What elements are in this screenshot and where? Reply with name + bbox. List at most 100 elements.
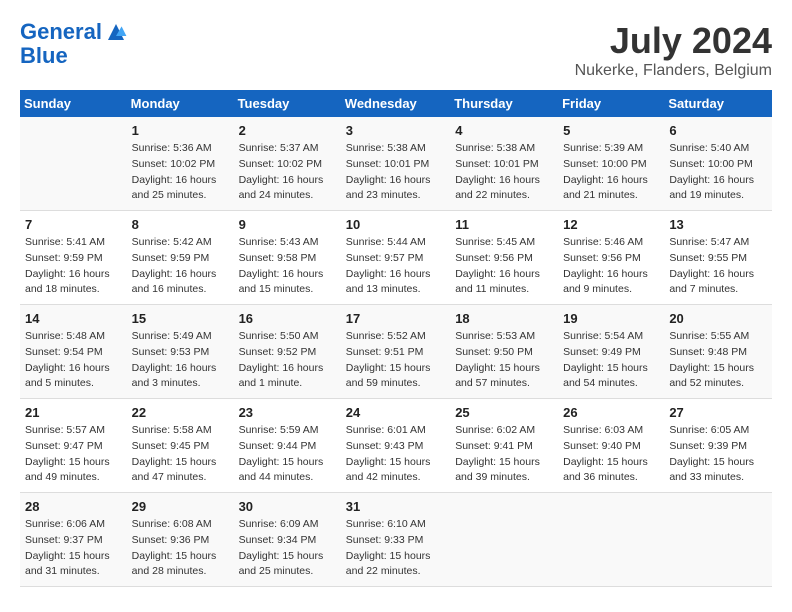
day-number: 28 — [25, 499, 122, 514]
day-info: Sunrise: 6:08 AMSunset: 9:36 PMDaylight:… — [132, 517, 229, 580]
day-info: Sunrise: 5:38 AMSunset: 10:01 PMDaylight… — [346, 141, 445, 204]
week-row-2: 14 Sunrise: 5:48 AMSunset: 9:54 PMDayligh… — [20, 305, 772, 399]
day-number: 12 — [563, 217, 659, 232]
header-day-saturday: Saturday — [664, 90, 772, 117]
logo-icon — [104, 20, 128, 44]
header-day-sunday: Sunday — [20, 90, 127, 117]
day-info: Sunrise: 5:52 AMSunset: 9:51 PMDaylight:… — [346, 329, 445, 392]
calendar-cell: 23 Sunrise: 5:59 AMSunset: 9:44 PMDayligh… — [234, 399, 341, 493]
day-number: 27 — [669, 405, 767, 420]
day-number: 7 — [25, 217, 122, 232]
day-info: Sunrise: 6:10 AMSunset: 9:33 PMDaylight:… — [346, 517, 445, 580]
title-area: July 2024 Nukerke, Flanders, Belgium — [575, 20, 772, 80]
calendar-cell: 16Sunrise: 5:50 AMSunset: 9:52 PMDayligh… — [234, 305, 341, 399]
calendar-cell: 26 Sunrise: 6:03 AMSunset: 9:40 PMDayligh… — [558, 399, 664, 493]
day-number: 19 — [563, 311, 659, 326]
day-number: 18 — [455, 311, 553, 326]
day-info: Sunrise: 5:53 AMSunset: 9:50 PMDaylight:… — [455, 329, 553, 392]
calendar-cell: 5Sunrise: 5:39 AMSunset: 10:00 PMDayligh… — [558, 117, 664, 211]
calendar-cell: 27Sunrise: 6:05 AMSunset: 9:39 PMDayligh… — [664, 399, 772, 493]
day-info: Sunrise: 6:01 AMSunset: 9:43 PMDaylight:… — [346, 423, 445, 486]
day-info: Sunrise: 5:54 AMSunset: 9:49 PMDaylight:… — [563, 329, 659, 392]
logo-text: General — [20, 20, 102, 44]
day-number: 20 — [669, 311, 767, 326]
day-info: Sunrise: 5:37 AMSunset: 10:02 PMDaylight… — [239, 141, 336, 204]
calendar-table: SundayMondayTuesdayWednesdayThursdayFrid… — [20, 90, 772, 587]
day-number: 23 — [239, 405, 336, 420]
calendar-cell: 21Sunrise: 5:57 AMSunset: 9:47 PMDayligh… — [20, 399, 127, 493]
week-row-3: 21Sunrise: 5:57 AMSunset: 9:47 PMDayligh… — [20, 399, 772, 493]
calendar-cell: 18 Sunrise: 5:53 AMSunset: 9:50 PMDayligh… — [450, 305, 558, 399]
day-info: Sunrise: 6:06 AMSunset: 9:37 PMDaylight:… — [25, 517, 122, 580]
calendar-cell: 6 Sunrise: 5:40 AMSunset: 10:00 PMDayligh… — [664, 117, 772, 211]
calendar-cell: 24Sunrise: 6:01 AMSunset: 9:43 PMDayligh… — [341, 399, 450, 493]
header-day-tuesday: Tuesday — [234, 90, 341, 117]
calendar-cell: 28 Sunrise: 6:06 AMSunset: 9:37 PMDayligh… — [20, 493, 127, 587]
day-number: 15 — [132, 311, 229, 326]
calendar-cell: 13 Sunrise: 5:47 AMSunset: 9:55 PMDayligh… — [664, 211, 772, 305]
week-row-1: 7 Sunrise: 5:41 AMSunset: 9:59 PMDaylight… — [20, 211, 772, 305]
day-number: 29 — [132, 499, 229, 514]
day-info: Sunrise: 5:36 AMSunset: 10:02 PMDaylight… — [132, 141, 229, 204]
day-info: Sunrise: 5:41 AMSunset: 9:59 PMDaylight:… — [25, 235, 122, 298]
day-number: 25 — [455, 405, 553, 420]
calendar-cell: 20 Sunrise: 5:55 AMSunset: 9:48 PMDayligh… — [664, 305, 772, 399]
day-number: 31 — [346, 499, 445, 514]
header-day-thursday: Thursday — [450, 90, 558, 117]
calendar-cell: 15 Sunrise: 5:49 AMSunset: 9:53 PMDayligh… — [127, 305, 234, 399]
logo: General Blue — [20, 20, 128, 68]
day-number: 22 — [132, 405, 229, 420]
day-info: Sunrise: 5:57 AMSunset: 9:47 PMDaylight:… — [25, 423, 122, 486]
month-title: July 2024 — [575, 20, 772, 62]
day-info: Sunrise: 5:58 AMSunset: 9:45 PMDaylight:… — [132, 423, 229, 486]
calendar-cell: 22 Sunrise: 5:58 AMSunset: 9:45 PMDayligh… — [127, 399, 234, 493]
day-info: Sunrise: 5:49 AMSunset: 9:53 PMDaylight:… — [132, 329, 229, 392]
header-day-monday: Monday — [127, 90, 234, 117]
day-info: Sunrise: 5:40 AMSunset: 10:00 PMDaylight… — [669, 141, 767, 204]
day-number: 1 — [132, 123, 229, 138]
calendar-cell: 25 Sunrise: 6:02 AMSunset: 9:41 PMDayligh… — [450, 399, 558, 493]
calendar-cell: 2 Sunrise: 5:37 AMSunset: 10:02 PMDayligh… — [234, 117, 341, 211]
calendar-cell: 11 Sunrise: 5:45 AMSunset: 9:56 PMDayligh… — [450, 211, 558, 305]
calendar-cell: 14 Sunrise: 5:48 AMSunset: 9:54 PMDayligh… — [20, 305, 127, 399]
calendar-cell: 1 Sunrise: 5:36 AMSunset: 10:02 PMDayligh… — [127, 117, 234, 211]
calendar-cell: 8Sunrise: 5:42 AMSunset: 9:59 PMDaylight… — [127, 211, 234, 305]
day-number: 5 — [563, 123, 659, 138]
calendar-cell: 9Sunrise: 5:43 AMSunset: 9:58 PMDaylight… — [234, 211, 341, 305]
day-info: Sunrise: 6:03 AMSunset: 9:40 PMDaylight:… — [563, 423, 659, 486]
logo-blue-text: Blue — [20, 44, 128, 68]
day-info: Sunrise: 5:45 AMSunset: 9:56 PMDaylight:… — [455, 235, 553, 298]
week-row-4: 28 Sunrise: 6:06 AMSunset: 9:37 PMDayligh… — [20, 493, 772, 587]
calendar-cell — [450, 493, 558, 587]
calendar-body: 1 Sunrise: 5:36 AMSunset: 10:02 PMDayligh… — [20, 117, 772, 587]
calendar-cell — [664, 493, 772, 587]
calendar-cell: 29 Sunrise: 6:08 AMSunset: 9:36 PMDayligh… — [127, 493, 234, 587]
day-number: 17 — [346, 311, 445, 326]
calendar-cell: 17 Sunrise: 5:52 AMSunset: 9:51 PMDayligh… — [341, 305, 450, 399]
day-number: 2 — [239, 123, 336, 138]
day-info: Sunrise: 5:48 AMSunset: 9:54 PMDaylight:… — [25, 329, 122, 392]
day-info: Sunrise: 5:46 AMSunset: 9:56 PMDaylight:… — [563, 235, 659, 298]
day-info: Sunrise: 5:55 AMSunset: 9:48 PMDaylight:… — [669, 329, 767, 392]
day-number: 6 — [669, 123, 767, 138]
header-day-friday: Friday — [558, 90, 664, 117]
calendar-cell: 19 Sunrise: 5:54 AMSunset: 9:49 PMDayligh… — [558, 305, 664, 399]
calendar-cell: 31 Sunrise: 6:10 AMSunset: 9:33 PMDayligh… — [341, 493, 450, 587]
day-info: Sunrise: 5:50 AMSunset: 9:52 PMDaylight:… — [239, 329, 336, 392]
page-header: General Blue July 2024 Nukerke, Flanders… — [20, 20, 772, 80]
day-info: Sunrise: 5:38 AMSunset: 10:01 PMDaylight… — [455, 141, 553, 204]
day-info: Sunrise: 5:44 AMSunset: 9:57 PMDaylight:… — [346, 235, 445, 298]
day-number: 30 — [239, 499, 336, 514]
header-row: SundayMondayTuesdayWednesdayThursdayFrid… — [20, 90, 772, 117]
day-info: Sunrise: 5:47 AMSunset: 9:55 PMDaylight:… — [669, 235, 767, 298]
day-number: 9 — [239, 217, 336, 232]
day-number: 26 — [563, 405, 659, 420]
calendar-cell: 30Sunrise: 6:09 AMSunset: 9:34 PMDayligh… — [234, 493, 341, 587]
day-number: 11 — [455, 217, 553, 232]
day-info: Sunrise: 5:59 AMSunset: 9:44 PMDaylight:… — [239, 423, 336, 486]
day-info: Sunrise: 6:02 AMSunset: 9:41 PMDaylight:… — [455, 423, 553, 486]
calendar-cell: 12 Sunrise: 5:46 AMSunset: 9:56 PMDayligh… — [558, 211, 664, 305]
day-number: 10 — [346, 217, 445, 232]
day-number: 13 — [669, 217, 767, 232]
day-number: 14 — [25, 311, 122, 326]
